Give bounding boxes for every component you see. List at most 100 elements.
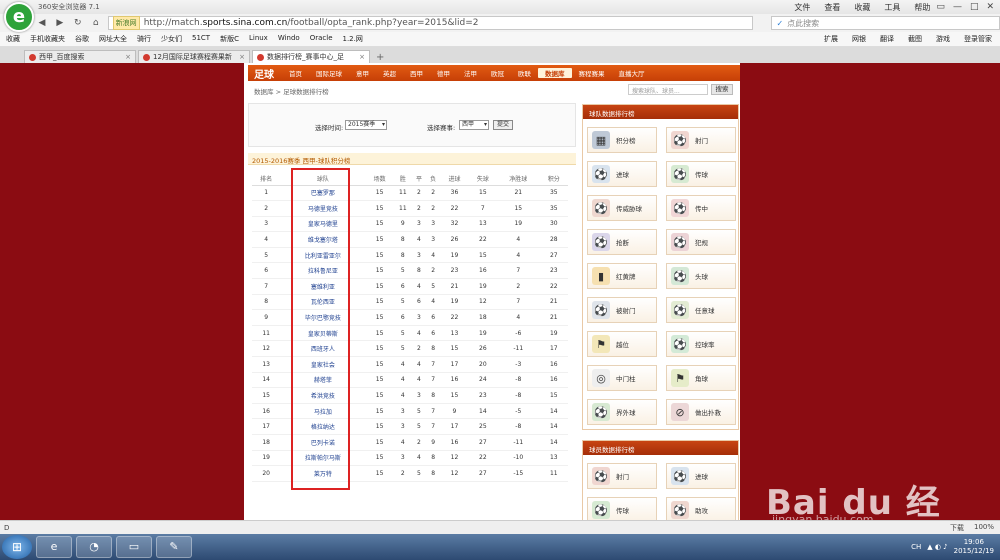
team-link[interactable]: 皇家社会 bbox=[280, 356, 366, 373]
tab-close-icon[interactable]: × bbox=[125, 53, 131, 61]
favorite-link[interactable]: Linux bbox=[249, 34, 268, 44]
site-nav-item[interactable]: 赛程赛果 bbox=[572, 68, 612, 78]
stat-tile[interactable]: ⚽ 进球 bbox=[666, 463, 736, 489]
toolbar-button[interactable]: 登录管家 bbox=[964, 34, 992, 44]
site-nav-item[interactable]: 德甲 bbox=[430, 68, 457, 78]
browser-tab[interactable]: 12月国际足球赛程赛果新 × bbox=[138, 50, 250, 63]
taskbar-folder-icon[interactable]: ▭ bbox=[116, 536, 152, 558]
submit-button[interactable]: 提交 bbox=[493, 120, 513, 130]
stat-tile[interactable]: ⚑ 越位 bbox=[587, 331, 657, 357]
team-link[interactable]: 瓦伦西亚 bbox=[280, 294, 366, 311]
site-search-input[interactable]: 搜索球队、球员... bbox=[628, 84, 708, 95]
stat-tile[interactable]: ⚽ 任意球 bbox=[666, 297, 736, 323]
team-link[interactable]: 希洪竞技 bbox=[280, 387, 366, 404]
stat-tile[interactable]: ▦ 积分榜 bbox=[587, 127, 657, 153]
status-item[interactable]: 100% bbox=[974, 523, 994, 533]
tab-close-icon[interactable]: × bbox=[359, 53, 365, 61]
site-search-button[interactable]: 搜索 bbox=[711, 84, 733, 95]
menu-item[interactable]: 收藏 bbox=[854, 2, 870, 13]
team-link[interactable]: 马拉加 bbox=[280, 403, 366, 420]
language-indicator[interactable]: CH bbox=[911, 543, 921, 551]
team-link[interactable]: 莱万特 bbox=[280, 465, 366, 482]
browser-search-input[interactable]: ✓ 点此搜索 bbox=[771, 16, 1000, 30]
url-input[interactable]: 新浪网 http://match.sports.sina.com.cn/foot… bbox=[107, 16, 754, 30]
start-button[interactable]: ⊞ bbox=[2, 535, 32, 559]
site-nav-item[interactable]: 直播大厅 bbox=[612, 68, 652, 78]
team-link[interactable]: 皇家贝蒂斯 bbox=[280, 325, 366, 342]
stat-tile[interactable]: ⊘ 做出扑救 bbox=[666, 399, 736, 425]
clock[interactable]: 19:06 2015/12/19 bbox=[954, 538, 994, 556]
site-brand[interactable]: 足球 bbox=[248, 66, 282, 81]
stat-tile[interactable]: ⚽ 进球 bbox=[587, 161, 657, 187]
team-link[interactable]: 拉斯帕尔马斯 bbox=[280, 450, 366, 467]
stat-tile[interactable]: ⚽ 传威胁球 bbox=[587, 195, 657, 221]
taskbar-app-icon[interactable]: ◔ bbox=[76, 536, 112, 558]
favorite-link[interactable]: Oracle bbox=[310, 34, 333, 44]
team-link[interactable]: 赫塔菲 bbox=[280, 372, 366, 389]
menu-item[interactable]: 工具 bbox=[884, 2, 900, 13]
favorite-link[interactable]: 少女们 bbox=[161, 34, 182, 44]
stat-tile[interactable]: ⚽ 犯规 bbox=[666, 229, 736, 255]
site-nav-item[interactable]: 首页 bbox=[282, 68, 309, 78]
restore-icon[interactable]: ▭ bbox=[936, 2, 945, 12]
team-link[interactable]: 拉科鲁尼亚 bbox=[280, 262, 366, 280]
favorite-link[interactable]: 收藏 bbox=[6, 34, 20, 44]
menu-item[interactable]: 文件 bbox=[794, 2, 810, 13]
favorite-link[interactable]: Windo bbox=[278, 34, 300, 44]
forward-icon[interactable]: ▶ bbox=[54, 17, 66, 29]
stat-tile[interactable]: ⚽ 头球 bbox=[666, 263, 736, 289]
site-nav-item[interactable]: 法甲 bbox=[457, 68, 484, 78]
browser-logo-icon[interactable]: e bbox=[4, 2, 34, 32]
menu-item[interactable]: 查看 bbox=[824, 2, 840, 13]
back-icon[interactable]: ◀ bbox=[36, 17, 48, 29]
stat-tile[interactable]: ⚽ 传中 bbox=[666, 195, 736, 221]
toolbar-button[interactable]: 网银 bbox=[852, 34, 866, 44]
site-nav-item[interactable]: 国际足球 bbox=[309, 68, 349, 78]
favorite-link[interactable]: 1.2.网 bbox=[343, 34, 363, 44]
team-link[interactable]: 皇家马德里 bbox=[280, 216, 366, 233]
site-nav-item[interactable]: 英超 bbox=[376, 68, 403, 78]
stat-tile[interactable]: ⚽ 传球 bbox=[587, 497, 657, 520]
site-nav-item[interactable]: 欧冠 bbox=[484, 68, 511, 78]
favorite-link[interactable]: 新版C bbox=[220, 34, 239, 44]
stat-tile[interactable]: ⚽ 界外球 bbox=[587, 399, 657, 425]
team-link[interactable]: 巴塞罗那 bbox=[280, 185, 366, 202]
site-nav-item[interactable]: 西甲 bbox=[403, 68, 430, 78]
tray-icons[interactable]: ▲ ◐ ♪ bbox=[927, 543, 947, 551]
toolbar-button[interactable]: 扩展 bbox=[824, 34, 838, 44]
team-link[interactable]: 毕尔巴鄂竞技 bbox=[280, 309, 366, 326]
stat-tile[interactable]: ◎ 中门柱 bbox=[587, 365, 657, 391]
site-nav-item[interactable]: 意甲 bbox=[349, 68, 376, 78]
minimize-icon[interactable]: — bbox=[953, 2, 962, 12]
taskbar-paint-icon[interactable]: ✎ bbox=[156, 536, 192, 558]
stat-tile[interactable]: ⚽ 传球 bbox=[666, 161, 736, 187]
browser-tab[interactable]: 数据排行榜_赛事中心_足 × bbox=[252, 50, 370, 63]
stat-tile[interactable]: ⚽ 射门 bbox=[666, 127, 736, 153]
home-icon[interactable]: ⌂ bbox=[90, 17, 102, 29]
team-link[interactable]: 比利亚雷亚尔 bbox=[280, 247, 366, 264]
site-nav-item[interactable]: 数据库 bbox=[538, 68, 572, 78]
favorite-link[interactable]: 谷歌 bbox=[75, 34, 89, 44]
toolbar-button[interactable]: 游戏 bbox=[936, 34, 950, 44]
new-tab-button[interactable]: + bbox=[372, 52, 388, 63]
site-nav-item[interactable]: 欧联 bbox=[511, 68, 538, 78]
favorite-link[interactable]: 手机收藏夹 bbox=[30, 34, 65, 44]
favorite-link[interactable]: 网址大全 bbox=[99, 34, 127, 44]
menu-item[interactable]: 帮助 bbox=[914, 2, 930, 13]
team-link[interactable]: 巴列卡诺 bbox=[280, 434, 366, 451]
team-link[interactable]: 西班牙人 bbox=[280, 340, 366, 358]
stat-tile[interactable]: ⚽ 抢断 bbox=[587, 229, 657, 255]
stat-tile[interactable]: ▮ 红黄牌 bbox=[587, 263, 657, 289]
stat-tile[interactable]: ⚽ 射门 bbox=[587, 463, 657, 489]
favorite-link[interactable]: 51CT bbox=[192, 34, 210, 44]
favorite-link[interactable]: 骑行 bbox=[137, 34, 151, 44]
status-item[interactable]: 下载 bbox=[950, 523, 964, 533]
season-select[interactable]: 2015赛季 bbox=[345, 120, 387, 130]
stat-tile[interactable]: ⚽ 被射门 bbox=[587, 297, 657, 323]
browser-tab[interactable]: 西甲_百度搜索 × bbox=[24, 50, 136, 63]
team-link[interactable]: 塞维利亚 bbox=[280, 278, 366, 295]
search-engine-icon[interactable]: ✓ bbox=[776, 19, 783, 28]
toolbar-button[interactable]: 截图 bbox=[908, 34, 922, 44]
team-link[interactable]: 维戈塞尔塔 bbox=[280, 231, 366, 248]
close-icon[interactable]: ✕ bbox=[986, 2, 994, 12]
